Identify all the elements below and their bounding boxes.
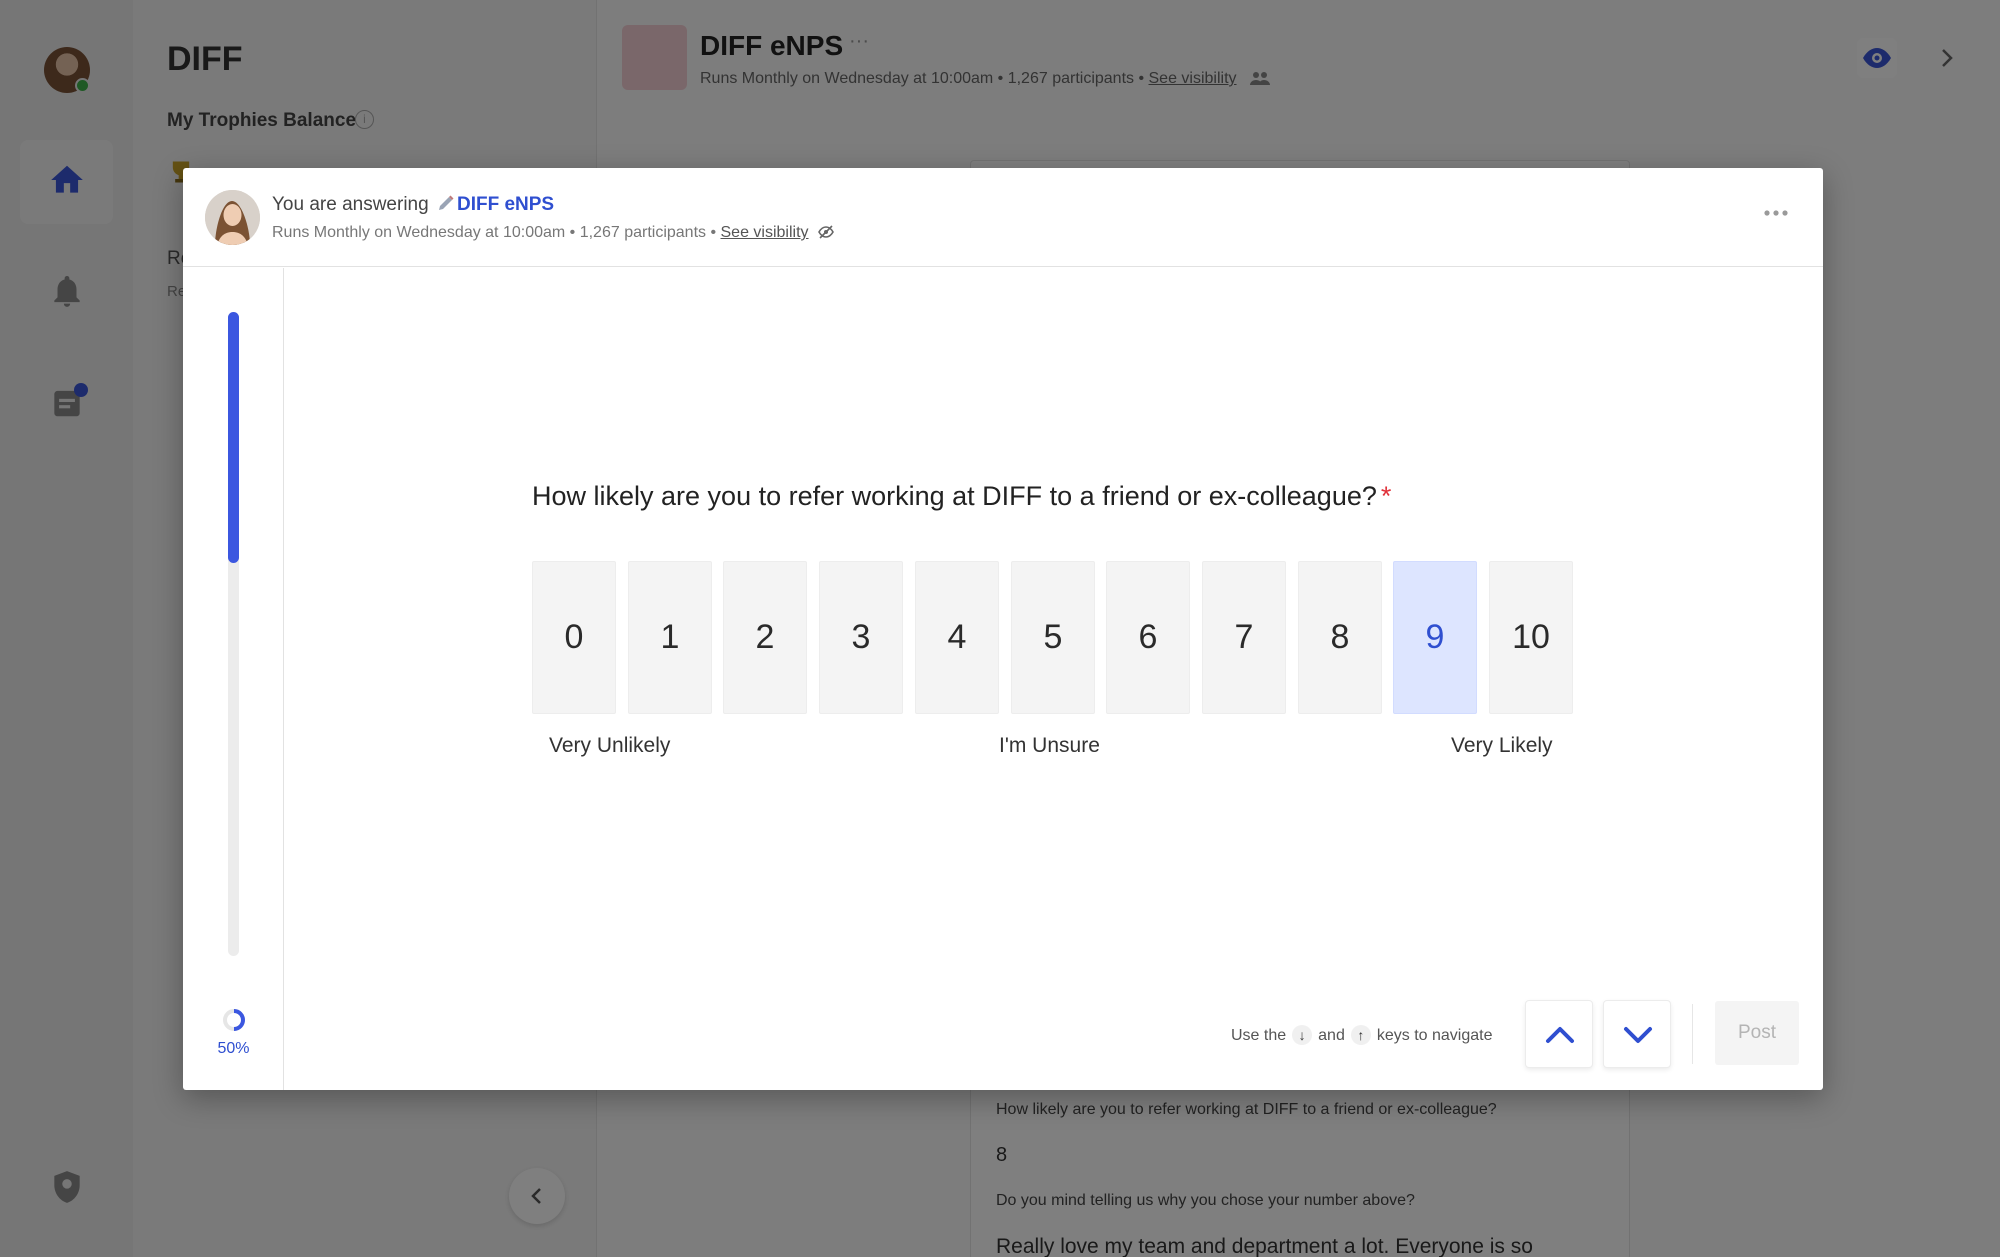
survey-name-link[interactable]: DIFF eNPS: [457, 194, 554, 215]
see-visibility-link[interactable]: See visibility: [721, 224, 809, 241]
post-button[interactable]: Post: [1715, 1001, 1799, 1065]
progress-fill: [228, 312, 239, 563]
nps-scale: 0 1 2 3 4 5 6 7 8 9 10: [532, 561, 1582, 714]
scale-option-6[interactable]: 6: [1106, 561, 1190, 714]
pencil-icon: [438, 195, 454, 210]
more-options-icon[interactable]: [1763, 208, 1789, 218]
hint-and: and: [1318, 1027, 1345, 1044]
question-text: How likely are you to refer working at D…: [532, 481, 1391, 512]
answering-prefix: You are answering: [272, 194, 429, 215]
scale-label-mid: I'm Unsure: [999, 734, 1100, 757]
progress-percent: 50%: [217, 1040, 250, 1057]
scale-option-9[interactable]: 9: [1393, 561, 1477, 714]
avatar: [205, 190, 260, 245]
scale-option-3[interactable]: 3: [819, 561, 903, 714]
eye-off-icon: [818, 225, 834, 239]
scale-option-0[interactable]: 0: [532, 561, 616, 714]
scale-option-5[interactable]: 5: [1011, 561, 1095, 714]
modal-title: You are answering DIFF eNPS: [272, 194, 554, 216]
scale-option-2[interactable]: 2: [723, 561, 807, 714]
hint-prefix: Use the: [1231, 1027, 1287, 1044]
scale-option-8[interactable]: 8: [1298, 561, 1382, 714]
modal-header: You are answering DIFF eNPS Runs Monthly…: [183, 168, 1823, 267]
arrow-down-key: ↓: [1292, 1025, 1313, 1045]
previous-question-button[interactable]: [1525, 1000, 1593, 1068]
scale-label-high: Very Likely: [1451, 734, 1553, 757]
chevron-down-icon: [1624, 1027, 1652, 1043]
hint-suffix: keys to navigate: [1376, 1027, 1493, 1044]
survey-answer-modal: You are answering DIFF eNPS Runs Monthly…: [183, 168, 1823, 1090]
spinner-icon: [223, 1009, 245, 1031]
scale-option-7[interactable]: 7: [1202, 561, 1286, 714]
next-question-button[interactable]: [1603, 1000, 1671, 1068]
progress-panel: 50%: [183, 268, 284, 1090]
progress-track: [228, 312, 239, 956]
scale-option-10[interactable]: 10: [1489, 561, 1573, 714]
survey-schedule-text: Runs Monthly on Wednesday at 10:00am • 1…: [272, 224, 721, 241]
scale-option-1[interactable]: 1: [628, 561, 712, 714]
keyboard-hint: Use the ↓ and ↑ keys to navigate: [1231, 1025, 1492, 1045]
required-mark: *: [1380, 481, 1392, 511]
question-label: How likely are you to refer working at D…: [532, 481, 1377, 511]
scale-label-low: Very Unlikely: [549, 734, 671, 757]
footer-divider: [1692, 1004, 1693, 1064]
modal-subtitle: Runs Monthly on Wednesday at 10:00am • 1…: [272, 224, 835, 242]
arrow-up-key: ↑: [1350, 1025, 1371, 1045]
scale-option-4[interactable]: 4: [915, 561, 999, 714]
chevron-up-icon: [1546, 1027, 1574, 1043]
